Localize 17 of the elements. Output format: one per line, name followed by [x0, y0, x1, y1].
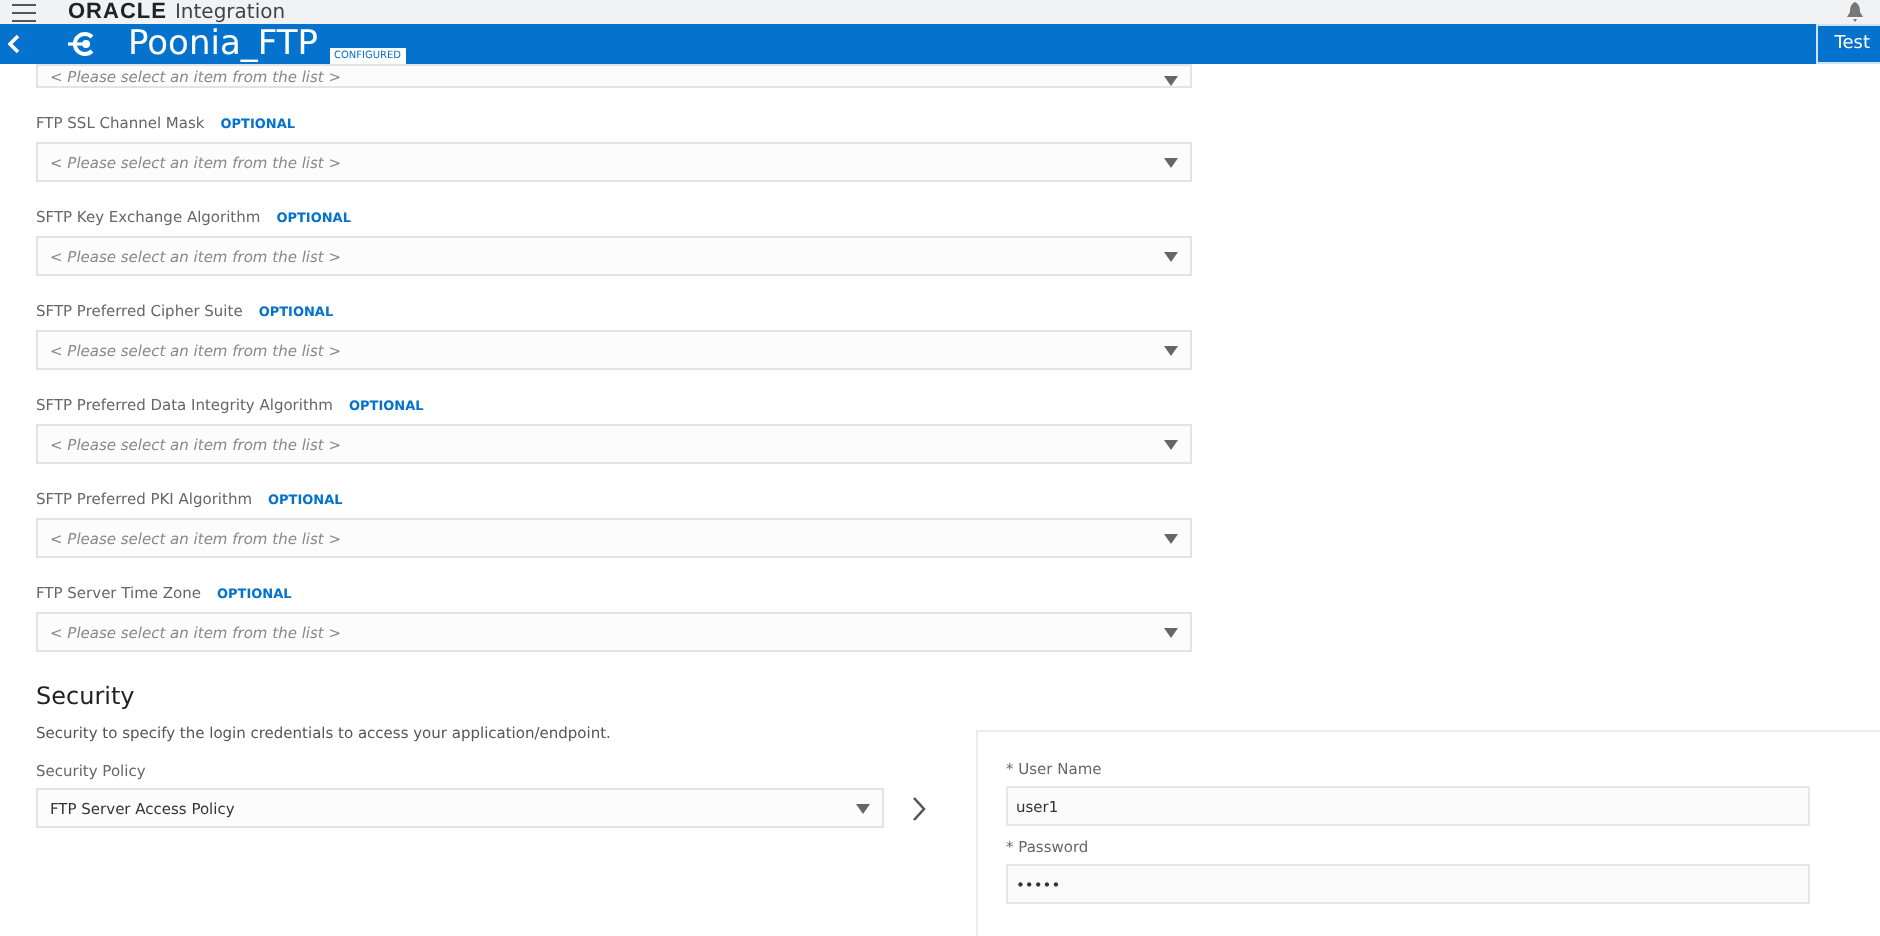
bell-icon[interactable] — [1846, 2, 1864, 22]
caret-icon — [1164, 627, 1178, 637]
connection-title: Poonia_FTP — [128, 24, 318, 64]
caret-icon — [1164, 345, 1178, 355]
caret-icon — [1164, 251, 1178, 261]
test-button[interactable]: Test — [1816, 24, 1880, 64]
caret-icon — [1164, 157, 1178, 167]
section-title: Security — [36, 682, 137, 710]
product-name: Integration — [174, 1, 286, 23]
caret-icon — [1164, 533, 1178, 543]
chevron-right-icon[interactable] — [912, 795, 926, 821]
caret-icon — [856, 803, 870, 813]
brand-logo: ORACLE — [68, 0, 167, 24]
caret-icon — [1164, 439, 1178, 449]
caret-icon — [1164, 76, 1178, 86]
back-icon[interactable] — [8, 34, 20, 54]
menu-icon[interactable] — [12, 3, 36, 21]
